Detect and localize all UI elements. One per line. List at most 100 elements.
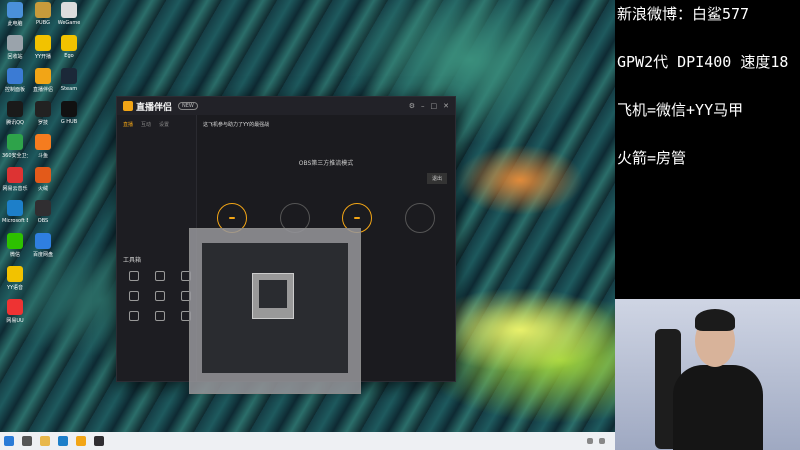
start-icon[interactable] — [4, 436, 14, 446]
desktop-icon-label: 控制面板 — [4, 87, 25, 93]
desktop-icon[interactable]: 罗技 — [30, 101, 56, 131]
live-companion-taskbar-icon[interactable] — [76, 436, 86, 446]
step-4[interactable] — [404, 203, 435, 233]
preview-content — [202, 243, 348, 373]
desktop-icon[interactable]: 网易UU — [2, 299, 28, 329]
desktop-icon-label: G HUB — [60, 119, 78, 125]
window-titlebar[interactable]: 直播伴侣 NEW ⚙ – □ ✕ — [117, 97, 455, 115]
computer-icon — [7, 2, 23, 18]
streamer-hair — [695, 309, 735, 331]
tool-item[interactable] — [149, 271, 171, 281]
streamer-body — [673, 365, 763, 450]
info-line-weibo: 新浪微博：白鲨577 — [617, 5, 750, 23]
app-name: 直播伴侣 — [136, 102, 173, 113]
yy-icon — [7, 266, 23, 282]
desktop-icon-label: PUBG — [36, 20, 50, 26]
desktop-icon[interactable]: 腾讯QQ — [2, 101, 28, 131]
left-tab[interactable]: 直播 — [123, 121, 133, 128]
app-logo-icon — [123, 101, 133, 111]
desktop-icon[interactable]: 360安全卫士 — [2, 134, 28, 164]
desktop-icon-label: Microsoft Edge — [2, 218, 28, 224]
edge-icon[interactable] — [58, 436, 68, 446]
tool-item[interactable] — [123, 311, 145, 321]
desktop-icon[interactable]: 百度网盘 — [30, 233, 56, 263]
desktop-icon-label: OBS — [37, 218, 49, 224]
edge-icon — [7, 200, 23, 216]
desktop-icon[interactable]: G HUB — [56, 101, 82, 131]
left-panel-empty — [117, 134, 196, 174]
desktop-icon[interactable]: PUBG — [30, 2, 56, 32]
live-companion-icon — [35, 68, 51, 84]
game-icon — [35, 2, 51, 18]
left-tab[interactable]: 互动 — [141, 121, 151, 128]
desktop-icon[interactable]: Steam — [56, 68, 82, 98]
info-line-rocket: 火箭=房管 — [617, 149, 687, 167]
obs-taskbar-icon[interactable] — [94, 436, 104, 446]
tool-item[interactable] — [149, 291, 171, 301]
cloud-icon — [35, 233, 51, 249]
qq-icon — [7, 101, 23, 117]
desktop-icon-label: 网易UU — [6, 318, 24, 324]
desktop-icon[interactable]: Microsoft Edge — [2, 200, 28, 230]
close-icon[interactable]: ✕ — [443, 102, 449, 110]
streamer-webcam — [615, 299, 800, 450]
desktop-icon[interactable]: 回收站 — [2, 35, 28, 65]
exit-mode-button[interactable]: 退出 — [426, 173, 447, 184]
desktop-icon-label: 腾讯QQ — [6, 120, 24, 126]
file-explorer-icon[interactable] — [40, 436, 50, 446]
tool-item[interactable] — [123, 291, 145, 301]
desktop-icon-label: 斗鱼 — [37, 153, 48, 159]
desktop-icon[interactable]: 斗鱼 — [30, 134, 56, 164]
maximize-icon[interactable]: □ — [431, 102, 438, 110]
yy-live-icon — [35, 35, 51, 51]
desktop-icon[interactable]: YY语音 — [2, 266, 28, 296]
netease-icon — [7, 299, 23, 315]
tool-item[interactable] — [149, 311, 171, 321]
stream-info-overlay: 新浪微博：白鲨577 GPW2代 DPI400 速度18 飞机=微信+YY马甲 … — [615, 0, 800, 299]
desktop-icon[interactable]: Ego — [56, 35, 82, 65]
desktop-icon-label: 此电脑 — [7, 21, 23, 27]
desktop-icon-label: YY开播 — [34, 54, 52, 60]
steam-icon — [61, 68, 77, 84]
network-icon[interactable] — [599, 438, 605, 444]
desktop-icon-label: 回收站 — [7, 54, 23, 60]
left-tab[interactable]: 设置 — [159, 121, 169, 128]
desktop-icon[interactable]: WeGame — [56, 2, 82, 32]
ghub-icon — [61, 101, 77, 117]
left-panel: 直播 互动 设置 工具箱 — [117, 115, 197, 381]
desktop-icon-label: 360安全卫士 — [2, 153, 28, 159]
stream-title: 这飞机参与助力了YY的最强战 — [203, 122, 270, 128]
volume-icon[interactable] — [587, 438, 593, 444]
app-logo: 直播伴侣 — [123, 100, 172, 113]
ego-icon — [61, 35, 77, 51]
desktop-icon-label: 直播伴侣 — [32, 87, 53, 93]
nested-preview — [252, 273, 294, 319]
system-tray — [587, 438, 611, 444]
recycle-bin-icon — [7, 35, 23, 51]
desktop-icon[interactable]: 此电脑 — [2, 2, 28, 32]
desktop-icon[interactable]: 火绒 — [30, 167, 56, 197]
wechat-icon — [7, 233, 23, 249]
desktop-icon[interactable]: 直播伴侣 — [30, 68, 56, 98]
desktop-icon[interactable]: 网易云音乐 — [2, 167, 28, 197]
preview-overlay-window[interactable] — [189, 228, 361, 394]
window-controls: ⚙ – □ ✕ — [409, 102, 449, 110]
music-icon — [7, 167, 23, 183]
desktop-icons-column-3: WeGame Ego Steam G HUB — [56, 2, 82, 131]
desktop-icon-label: 罗技 — [37, 120, 48, 126]
security-icon — [7, 134, 23, 150]
settings-icon[interactable]: ⚙ — [409, 102, 415, 110]
logitech-icon — [35, 101, 51, 117]
search-icon[interactable] — [22, 436, 32, 446]
minimize-icon[interactable]: – — [421, 102, 425, 110]
desktop-icon-label: 微信 — [9, 252, 20, 258]
desktop-icon-label: 百度网盘 — [32, 252, 53, 258]
obs-icon — [35, 200, 51, 216]
desktop-icon[interactable]: OBS — [30, 200, 56, 230]
desktop-icon[interactable]: YY开播 — [30, 35, 56, 65]
desktop-icon[interactable]: 微信 — [2, 233, 28, 263]
desktop-icon[interactable]: 控制面板 — [2, 68, 28, 98]
tool-item[interactable] — [123, 271, 145, 281]
control-panel-icon — [7, 68, 23, 84]
wegame-icon — [61, 2, 77, 18]
